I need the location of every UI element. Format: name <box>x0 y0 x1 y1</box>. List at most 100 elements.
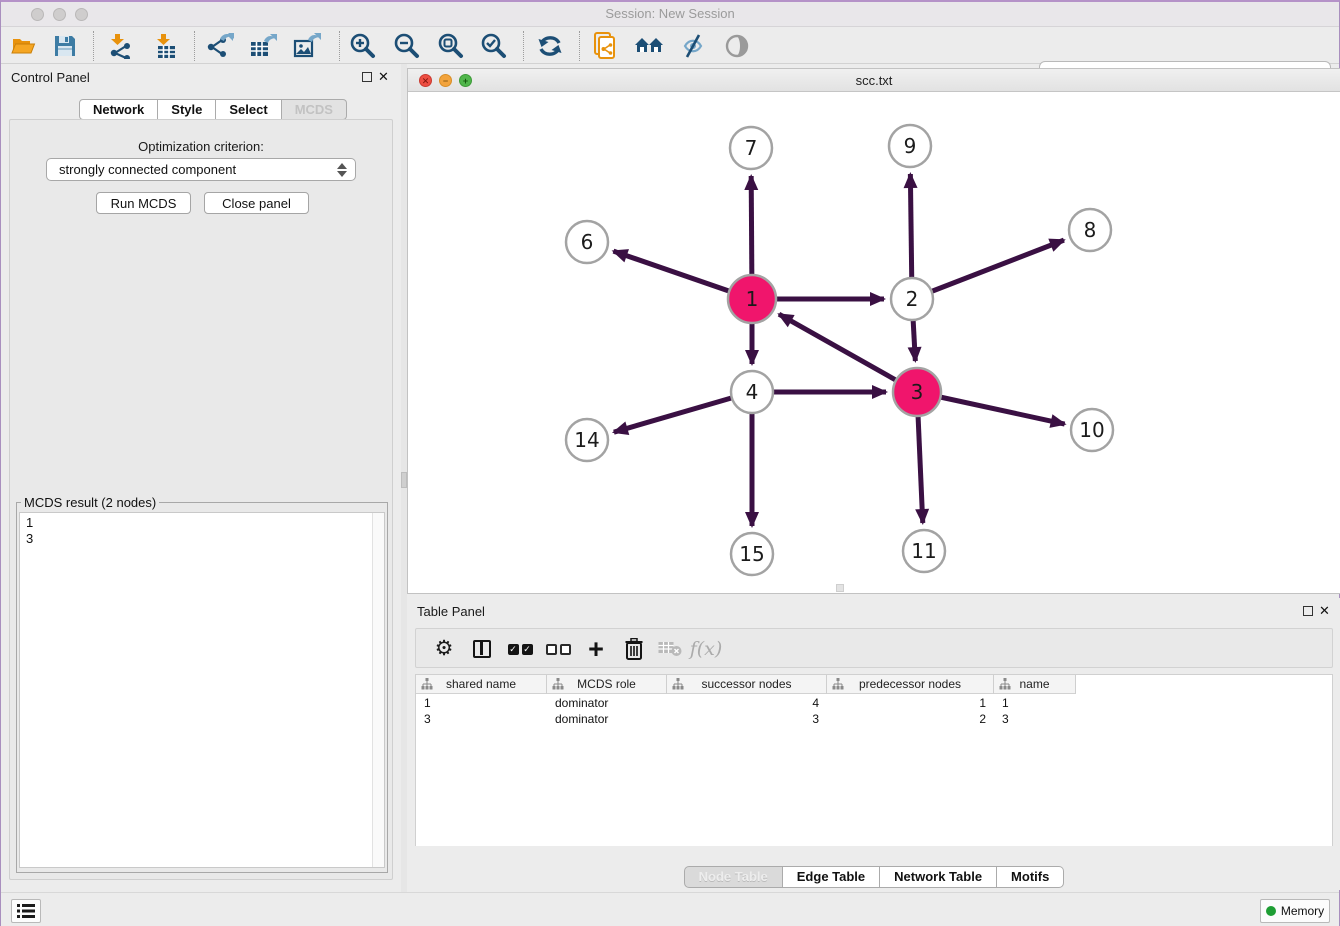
table-cell[interactable]: 2 <box>827 711 994 727</box>
main-toolbar <box>1 28 1339 64</box>
column-label: predecessor nodes <box>859 677 961 691</box>
tab-motifs[interactable]: Motifs <box>997 866 1064 888</box>
canvas-resize-handle[interactable] <box>836 584 844 592</box>
tab-select[interactable]: Select <box>216 99 281 120</box>
control-panel-title: Control Panel <box>11 70 90 85</box>
task-history-button[interactable] <box>11 899 41 923</box>
graph-node-label: 8 <box>1084 218 1097 242</box>
table-row[interactable]: 3dominator323 <box>416 711 1332 727</box>
mcds-panel: Optimization criterion: strongly connect… <box>9 119 393 880</box>
optimization-criterion-label: Optimization criterion: <box>10 139 392 154</box>
column-label: shared name <box>446 677 516 691</box>
save-session-icon[interactable] <box>50 32 80 60</box>
delete-icon[interactable] <box>618 633 650 665</box>
node-table: shared name MCDS role successor nodes prede… <box>415 674 1333 846</box>
table-panel-title: Table Panel <box>417 604 485 619</box>
table-cell[interactable]: 3 <box>416 711 547 727</box>
mcds-result-box[interactable]: 1 3 <box>19 512 385 868</box>
column-header-MCDS-role[interactable]: MCDS role <box>547 675 667 694</box>
select-all-icon[interactable]: ✓✓ <box>504 633 536 665</box>
tab-network-table[interactable]: Network Table <box>880 866 997 888</box>
tab-network[interactable]: Network <box>79 99 158 120</box>
zoom-fit-icon[interactable] <box>436 32 466 60</box>
deselect-all-icon[interactable] <box>542 633 574 665</box>
memory-status-icon <box>1266 906 1276 916</box>
app-title: Session: New Session <box>1 6 1339 21</box>
column-header-shared-name[interactable]: shared name <box>416 675 547 694</box>
column-header-successor-nodes[interactable]: successor nodes <box>667 675 827 694</box>
tab-edge-table[interactable]: Edge Table <box>783 866 880 888</box>
close-panel-button[interactable]: Close panel <box>204 192 309 214</box>
dropdown-value: strongly connected component <box>59 162 236 177</box>
toolbar-separator <box>523 31 524 61</box>
graph-edge-2-8[interactable] <box>912 240 1064 299</box>
function-builder-icon[interactable]: f(x) <box>690 633 722 665</box>
close-table-panel-icon[interactable]: ✕ <box>1319 603 1330 619</box>
table-cell[interactable]: 4 <box>667 695 827 711</box>
table-cell[interactable]: 3 <box>994 711 1076 727</box>
table-cell[interactable]: 1 <box>994 695 1076 711</box>
table-toolbar: ⚙ ✓✓ + f(x) <box>415 628 1333 668</box>
export-image-icon[interactable] <box>292 32 322 60</box>
float-panel-icon[interactable] <box>362 72 372 82</box>
add-column-icon[interactable]: + <box>580 633 612 665</box>
table-cell[interactable]: dominator <box>547 695 667 711</box>
graph-node-label: 11 <box>911 539 936 563</box>
open-session-icon[interactable] <box>9 32 39 60</box>
export-table-icon[interactable] <box>248 32 278 60</box>
clone-network-icon[interactable] <box>591 32 621 60</box>
column-header-name[interactable]: name <box>994 675 1076 694</box>
delete-table-icon[interactable] <box>654 633 686 665</box>
toolbar-separator <box>339 31 340 61</box>
tab-mcds[interactable]: MCDS <box>282 99 347 120</box>
graphics-details-icon[interactable] <box>722 32 752 60</box>
network-canvas[interactable]: 7968124314101511 <box>408 92 1340 593</box>
graph-node-label: 2 <box>906 287 919 311</box>
mcds-result-legend: MCDS result (2 nodes) <box>21 495 159 510</box>
zoom-selected-icon[interactable] <box>479 32 509 60</box>
control-panel-header: Control Panel ✕ <box>1 64 401 90</box>
float-table-panel-icon[interactable] <box>1303 606 1313 616</box>
graph-node-label: 3 <box>911 380 924 404</box>
table-cell[interactable]: 1 <box>827 695 994 711</box>
export-network-icon[interactable] <box>205 32 235 60</box>
hide-mapping-icon[interactable] <box>678 32 708 60</box>
column-layout-icon[interactable] <box>466 633 498 665</box>
optimization-criterion-dropdown[interactable]: strongly connected component <box>46 158 356 181</box>
import-table-icon[interactable] <box>151 32 181 60</box>
chevron-up-down-icon <box>337 162 348 178</box>
network-window-title: scc.txt <box>408 73 1340 88</box>
status-bar: Memory <box>1 892 1339 926</box>
mcds-result-text: 1 3 <box>26 515 33 547</box>
application-window: Session: New Session <box>0 0 1340 926</box>
column-label: MCDS role <box>577 677 636 691</box>
table-panel-header: Table Panel ✕ <box>407 598 1340 624</box>
network-view-window: ✕ − + scc.txt 7968124314101511 <box>407 68 1340 594</box>
memory-button[interactable]: Memory <box>1260 899 1330 923</box>
toolbar-separator <box>194 31 195 61</box>
zoom-in-icon[interactable] <box>348 32 378 60</box>
table-panel: Table Panel ✕ ⚙ ✓✓ + f(x) shared name MCD… <box>407 598 1340 890</box>
column-header-predecessor-nodes[interactable]: predecessor nodes <box>827 675 994 694</box>
table-cell[interactable]: 1 <box>416 695 547 711</box>
tab-style[interactable]: Style <box>158 99 216 120</box>
tab-node-table[interactable]: Node Table <box>684 866 783 888</box>
network-window-titlebar: ✕ − + scc.txt <box>408 69 1340 92</box>
column-label: name <box>1019 677 1049 691</box>
run-mcds-button[interactable]: Run MCDS <box>96 192 191 214</box>
mcds-result-scrollbar[interactable] <box>372 513 384 867</box>
gear-icon[interactable]: ⚙ <box>428 633 460 665</box>
graph-node-label: 14 <box>574 428 599 452</box>
table-row[interactable]: 1dominator411 <box>416 695 1332 711</box>
table-cell[interactable]: dominator <box>547 711 667 727</box>
import-network-icon[interactable] <box>105 32 135 60</box>
refresh-layout-icon[interactable] <box>535 32 565 60</box>
toolbar-separator <box>579 31 580 61</box>
table-tabs: Node TableEdge TableNetwork TableMotifs <box>407 866 1340 888</box>
close-panel-icon[interactable]: ✕ <box>378 69 389 85</box>
table-cell[interactable]: 3 <box>667 711 827 727</box>
graph-node-label: 10 <box>1079 418 1104 442</box>
graph-node-label: 4 <box>746 380 759 404</box>
show-all-networks-icon[interactable] <box>634 32 664 60</box>
zoom-out-icon[interactable] <box>392 32 422 60</box>
